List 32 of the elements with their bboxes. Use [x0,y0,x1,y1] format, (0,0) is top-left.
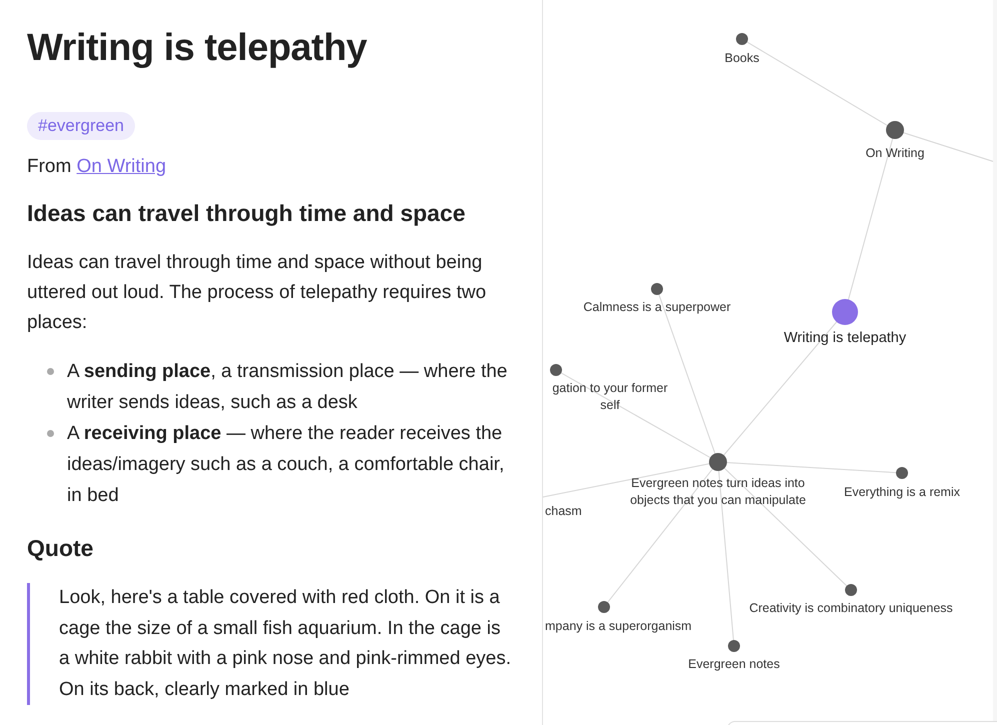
from-label: From [27,156,72,177]
list-item-text: A receiving place — where the reader receives the ideas/imagery such as a couch, a comfortable chair, in bed [67,422,506,508]
node-label[interactable]: gation to your former self [545,380,675,414]
node-label[interactable]: Evergreen notes [688,656,780,673]
tag-link[interactable]: #evergreen [27,112,136,140]
node-label[interactable]: Books [724,50,760,67]
block-quote: Look, here's a table covered with red cloth. On it is a cage the size of a small fish aquarium. In the cage is a white rabbit with a pink nose and pink-rimmed eyes. On its back, clearly marked in blue [27,583,512,705]
section-heading: Quote [27,534,94,563]
graph-node[interactable] [598,601,610,613]
bullet-icon [47,368,54,375]
source-link[interactable]: On Writing [76,156,166,177]
graph-node[interactable] [651,283,663,295]
graph-node[interactable] [896,467,908,479]
graph-node[interactable] [728,640,740,652]
note-title: Writing is telepathy [27,26,368,71]
body-paragraph: Ideas can travel through time and space without being uttered out loud. The process of telepathy requires two places: [27,251,488,335]
graph-node[interactable] [736,33,748,45]
node-label[interactable]: Evergreen notes turn ideas into objects that you can manipulate [610,475,826,509]
graph-node[interactable] [709,453,727,471]
node-label[interactable]: mpany is a superorganism [545,618,692,635]
graph-node[interactable] [832,299,858,325]
node-label[interactable]: Everything is a remix [844,484,960,501]
graph-node[interactable] [886,121,904,139]
node-label[interactable]: Writing is telepathy [784,330,906,347]
graph-node[interactable] [845,584,857,596]
node-label[interactable]: Calmness is a superpower [583,299,731,316]
bullet-icon [47,430,54,437]
graph-node[interactable] [550,364,562,376]
node-label[interactable]: chasm [545,503,582,520]
node-label[interactable]: On Writing [866,145,924,162]
node-label[interactable]: Creativity is combinatory uniqueness [749,600,953,617]
section-heading: Ideas can travel through time and space [27,199,466,228]
